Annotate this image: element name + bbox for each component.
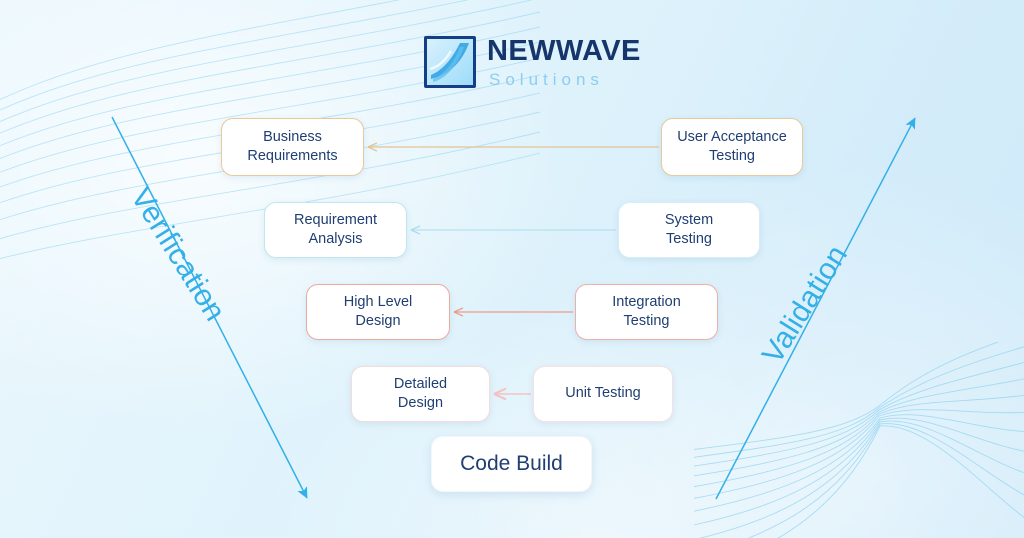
- node-detailed-design[interactable]: Detailed Design: [351, 366, 490, 422]
- node-system-testing[interactable]: System Testing: [618, 202, 760, 258]
- node-integration-testing[interactable]: Integration Testing: [575, 284, 718, 340]
- node-high-level-design[interactable]: High Level Design: [306, 284, 450, 340]
- node-label: Unit Testing: [565, 385, 641, 402]
- node-label: Integration Testing: [612, 293, 681, 329]
- node-user-acceptance-testing[interactable]: User Acceptance Testing: [661, 118, 803, 176]
- node-business-requirements[interactable]: Business Requirements: [221, 118, 364, 176]
- node-label: Code Build: [460, 452, 563, 476]
- node-requirement-analysis[interactable]: Requirement Analysis: [264, 202, 407, 258]
- node-label: Requirement Analysis: [293, 211, 377, 247]
- diagram-canvas: NEWWAVE Solutions Verification Validatio…: [0, 0, 1024, 538]
- node-label: Business Requirements: [247, 128, 338, 164]
- node-label: Detailed Design: [393, 375, 448, 411]
- node-label: User Acceptance Testing: [677, 128, 787, 164]
- node-unit-testing[interactable]: Unit Testing: [533, 366, 673, 422]
- node-code-build[interactable]: Code Build: [431, 436, 592, 492]
- node-label: High Level Design: [343, 293, 413, 329]
- node-label: System Testing: [664, 211, 714, 247]
